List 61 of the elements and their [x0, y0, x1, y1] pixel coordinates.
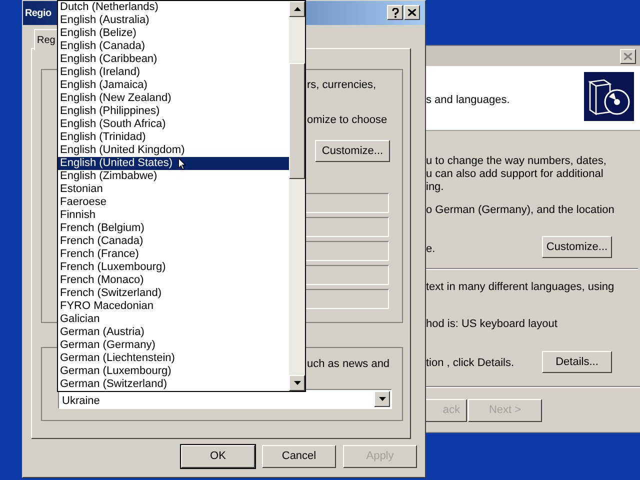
list-item[interactable]: English (South Africa)	[58, 118, 289, 131]
description-text: o German (Germany), and the location	[426, 203, 614, 218]
list-item[interactable]: German (Austria)	[58, 326, 289, 339]
customize-button[interactable]: Customize...	[315, 140, 390, 162]
list-item[interactable]: German (Luxembourg)	[58, 365, 289, 378]
up-arrow-icon	[294, 7, 300, 11]
down-arrow-icon	[378, 397, 386, 401]
description-text: u to change the way numbers, dates,	[426, 154, 606, 169]
list-item[interactable]: French (Canada)	[58, 235, 289, 248]
list-item[interactable]: Galician	[58, 313, 289, 326]
list-item[interactable]: Estonian	[58, 183, 289, 196]
list-item[interactable]: German (Switzerland)	[58, 378, 289, 391]
description-text: text in many different languages, using	[426, 280, 614, 295]
list-item[interactable]: French (Switzerland)	[58, 287, 289, 300]
customize-button[interactable]: Customize...	[542, 236, 612, 258]
dialog-button[interactable]: Cancel	[262, 445, 336, 468]
list-item[interactable]: English (Trinidad)	[58, 131, 289, 144]
scrollbar[interactable]	[289, 1, 305, 391]
list-item[interactable]: English (Belize)	[58, 27, 289, 40]
list-item[interactable]: Faeroese	[58, 196, 289, 209]
description-text: e.	[426, 242, 436, 257]
description-text: uch as news and	[307, 357, 390, 372]
description-text: u can also add support for additional	[426, 167, 604, 182]
list-item[interactable]: Finnish	[58, 209, 289, 222]
list-item[interactable]: FYRO Macedonian	[58, 300, 289, 313]
cd-box-icon	[584, 72, 634, 121]
scroll-thumb[interactable]	[289, 63, 305, 179]
list-item[interactable]: English (Australia)	[58, 14, 289, 27]
list-item[interactable]: French (Luxembourg)	[58, 261, 289, 274]
list-item[interactable]: English (New Zealand)	[58, 92, 289, 105]
list-item[interactable]: Dutch (Netherlands)	[58, 1, 289, 14]
description-text: rs, currencies,	[307, 78, 376, 93]
list-item[interactable]: French (France)	[58, 248, 289, 261]
description-text: tion , click Details.	[426, 356, 514, 371]
close-icon	[624, 53, 632, 60]
help-icon	[392, 8, 398, 18]
details-button[interactable]: Details...	[542, 351, 612, 373]
header-text: s and languages.	[426, 93, 510, 108]
list-item[interactable]: French (Monaco)	[58, 274, 289, 287]
list-item[interactable]: English (Philippines)	[58, 105, 289, 118]
list-item[interactable]: German (Liechtenstein)	[58, 352, 289, 365]
window-title: Regio	[25, 7, 52, 21]
list-item[interactable]: German (Germany)	[58, 339, 289, 352]
close-button[interactable]	[404, 5, 420, 20]
list-item[interactable]: English (United Kingdom)	[58, 144, 289, 157]
list-item[interactable]: English (Caribbean)	[58, 53, 289, 66]
list-item[interactable]: English (Canada)	[58, 40, 289, 53]
close-icon	[408, 9, 416, 16]
list-item[interactable]: English (Jamaica)	[58, 79, 289, 92]
dialog-button[interactable]: OK	[181, 445, 255, 468]
description-text: hod is: US keyboard layout	[426, 317, 558, 332]
help-button[interactable]	[387, 5, 403, 20]
list-item[interactable]: French (Belgium)	[58, 222, 289, 235]
down-arrow-icon	[294, 381, 300, 385]
list-item[interactable]: English (Zimbabwe)	[58, 170, 289, 183]
description-text: omize to choose	[307, 113, 388, 128]
list-item[interactable]: English (United States)	[58, 157, 289, 170]
description-text: ing.	[426, 180, 444, 195]
mouse-pointer-icon	[178, 158, 186, 170]
list-item[interactable]: English (Ireland)	[58, 66, 289, 79]
close-button[interactable]	[620, 49, 636, 64]
